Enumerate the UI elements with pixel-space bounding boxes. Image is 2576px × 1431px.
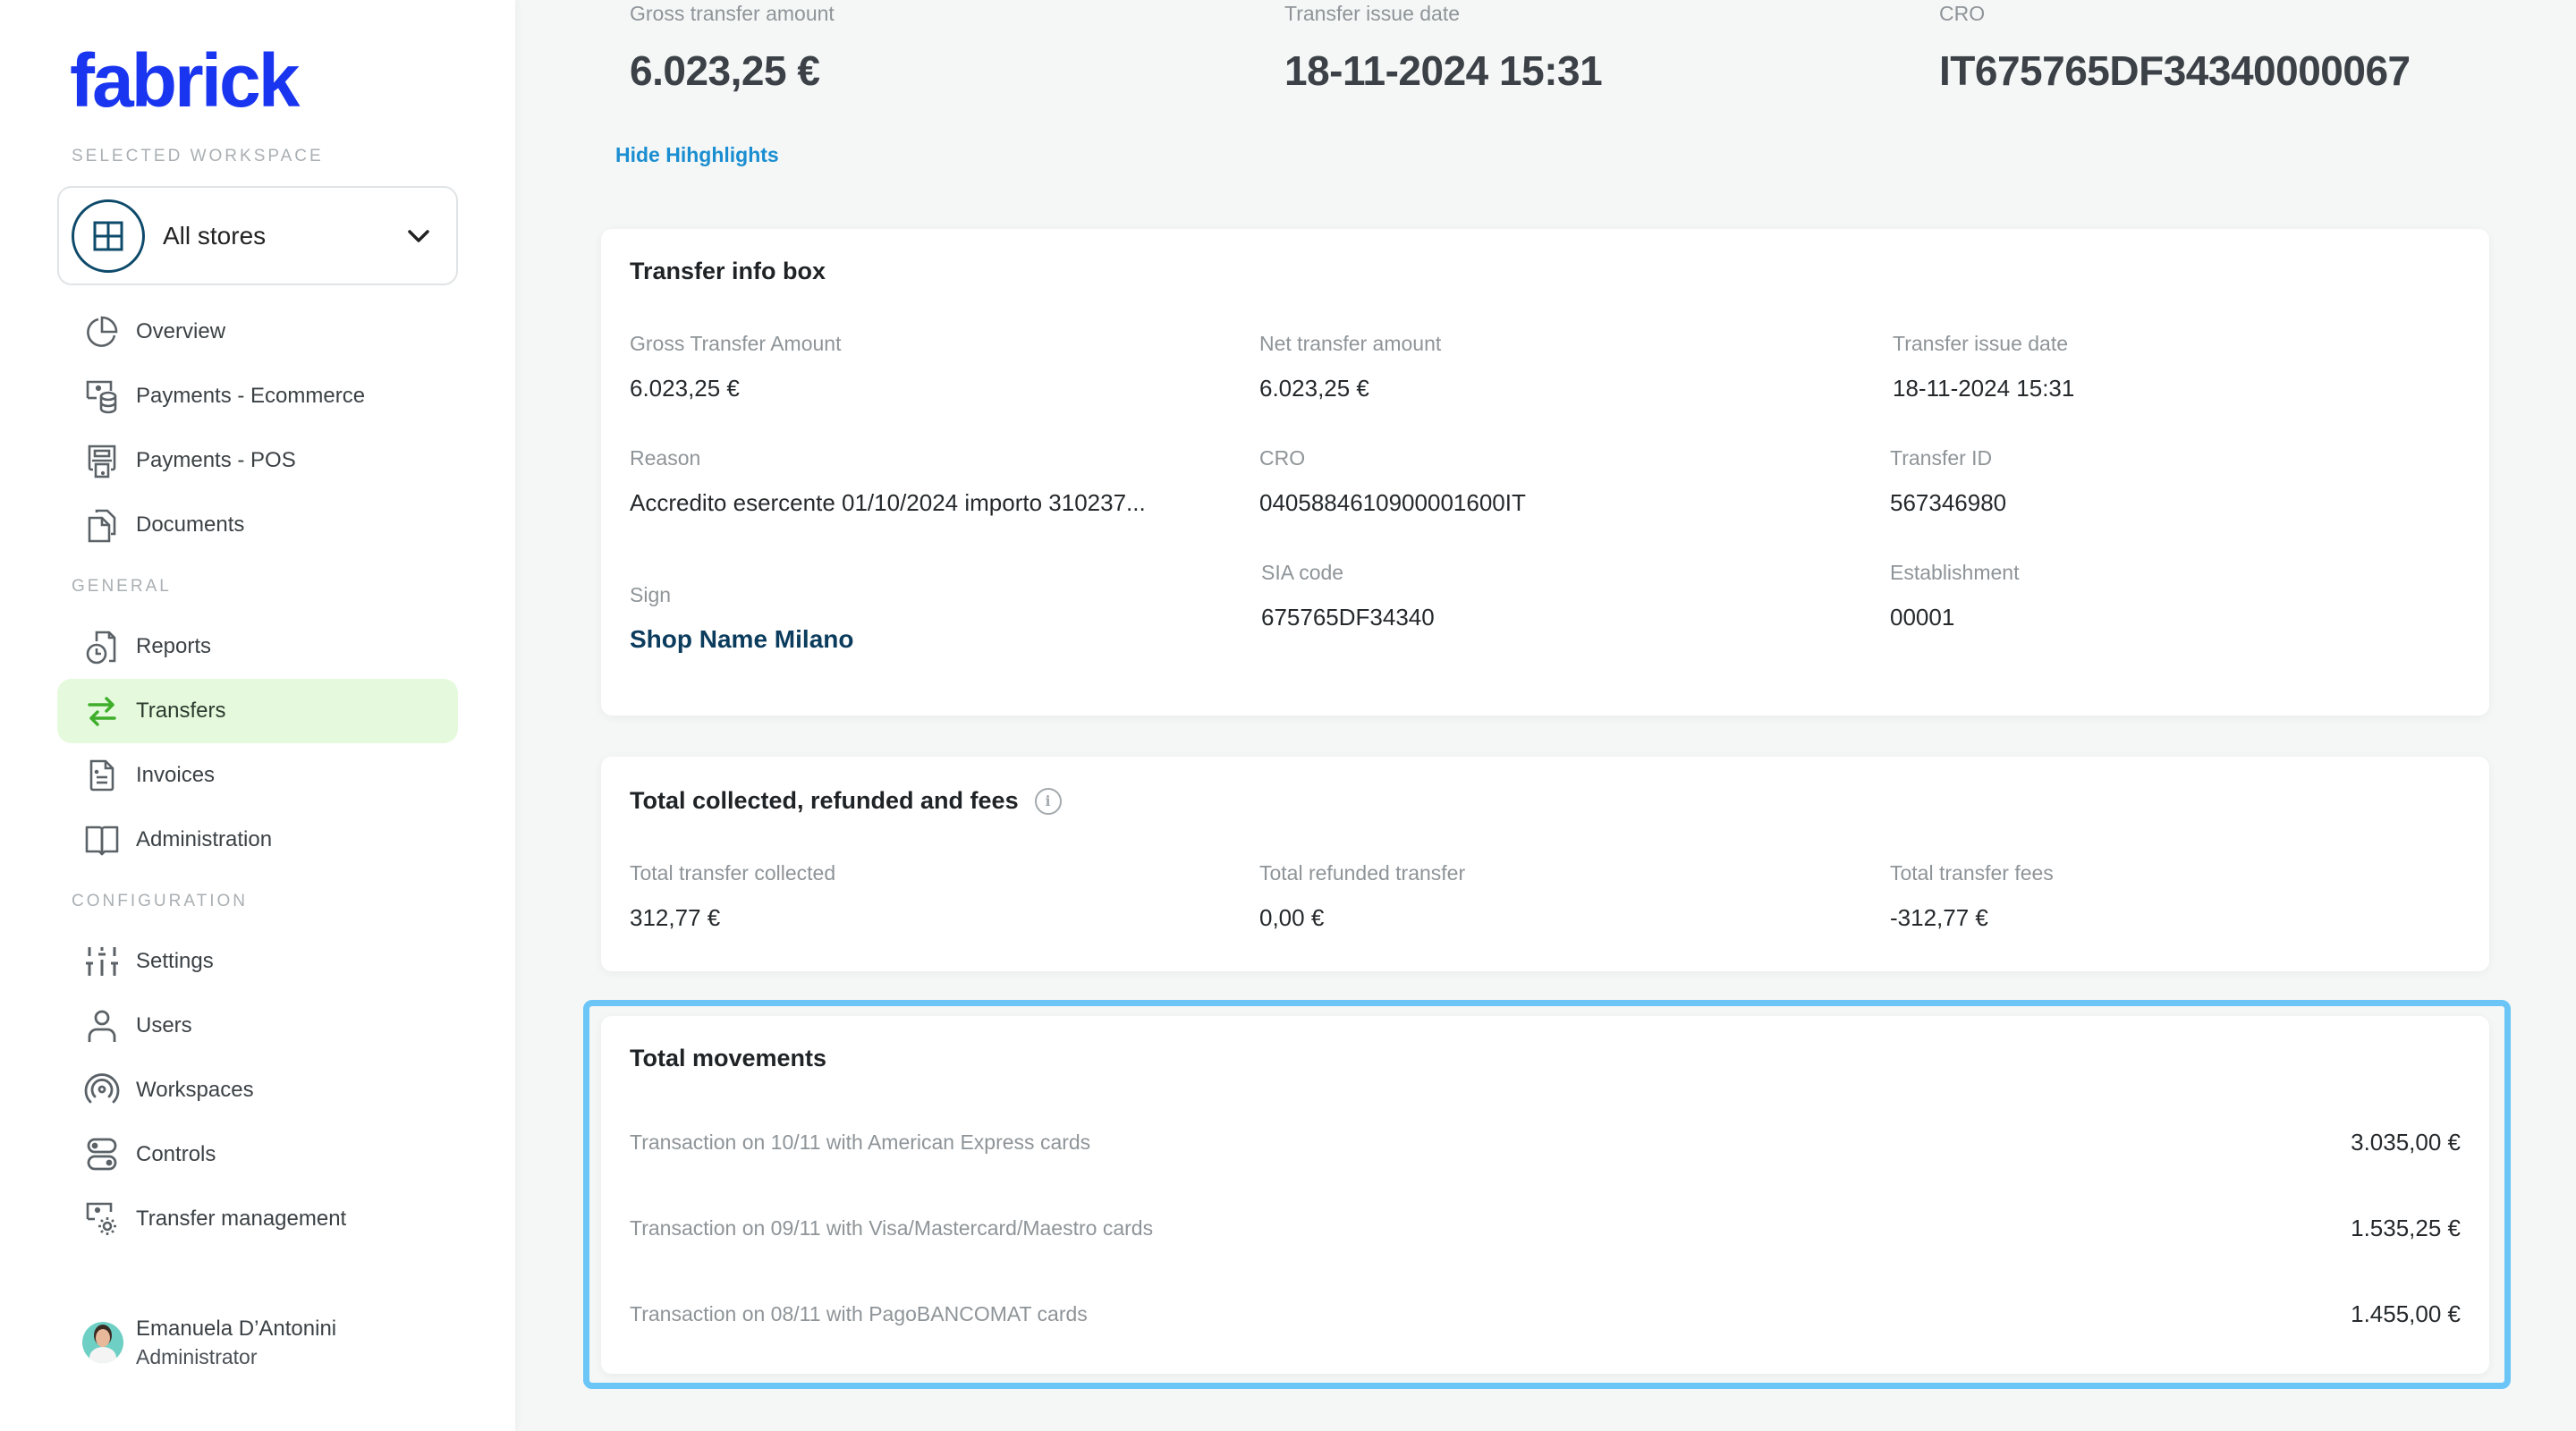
net-amount-label: Net transfer amount [1259,332,1442,355]
highlight-cro-label: CRO [1939,2,1986,25]
gross-amount-value: 6.023,25 € [630,375,740,402]
ecommerce-payments-icon [84,378,120,414]
sidebar-item-label: Transfers [136,699,226,723]
gross-amount-label: Gross Transfer Amount [630,332,842,355]
user-role: Administrator [136,1345,258,1368]
sidebar-item-transfer-management[interactable]: Transfer management [57,1187,458,1251]
user-icon [84,1008,120,1044]
sidebar-item-label: Payments - Ecommerce [136,384,366,408]
transfer-id-value: 567346980 [1890,489,2007,516]
movement-amount: 3.035,00 € [2351,1129,2461,1156]
sidebar-item-label: Reports [136,634,212,658]
invoice-icon [84,758,120,793]
establishment-value: 00001 [1890,604,1955,631]
movements-card: Total movements Transaction on 10/11 wit… [601,1016,2489,1374]
sidebar-item-label: Invoices [136,763,216,787]
pie-chart-icon [84,314,120,350]
sia-code-label: SIA code [1261,561,1344,584]
cro-value: 0405884610900001600IT [1259,489,1526,516]
movement-label: Transaction on 09/11 with Visa/Mastercar… [630,1216,1154,1240]
hide-highlights-link[interactable]: Hide Hihghlights [615,143,779,167]
sidebar-item-controls[interactable]: Controls [57,1122,458,1187]
sliders-icon [84,944,120,979]
sidebar-item-overview[interactable]: Overview [57,300,458,364]
movement-label: Transaction on 08/11 with PagoBANCOMAT c… [630,1302,1088,1325]
card-title: Total movements [630,1045,827,1071]
issue-date-label: Transfer issue date [1893,332,2069,355]
report-clock-icon [84,629,120,665]
workspace-name: All stores [163,221,267,250]
highlight-gross-label: Gross transfer amount [630,2,835,25]
issue-date-value: 18-11-2024 15:31 [1893,375,2075,402]
cro-label: CRO [1259,446,1306,470]
grid-icon [72,199,145,273]
sidebar-item-label: Payments - POS [136,448,296,472]
card-title: Total collected, refunded and fees i [630,787,1062,815]
establishment-label: Establishment [1890,561,2020,584]
user-name: Emanuela D’Antonini [136,1317,337,1341]
sign-label: Sign [630,583,672,606]
screen-gear-icon [84,1201,120,1237]
documents-icon [84,507,120,543]
book-icon [84,822,120,858]
sidebar-item-users[interactable]: Users [57,994,458,1058]
refunded-label: Total refunded transfer [1259,861,1466,885]
configuration-section-label: CONFIGURATION [72,892,248,910]
sidebar-item-reports[interactable]: Reports [57,614,458,679]
totals-title: Total collected, refunded and fees [630,787,1019,814]
general-section-label: GENERAL [72,577,172,596]
selected-workspace-label: SELECTED WORKSPACE [72,147,324,165]
sia-code-value: 675765DF34340 [1261,604,1435,631]
transfer-info-card: Transfer info box Gross Transfer Amount … [601,229,2489,716]
pos-terminal-icon [84,443,120,478]
reason-value: Accredito esercente 01/10/2024 importo 3… [630,489,1146,516]
transfer-id-label: Transfer ID [1890,446,1993,470]
reason-label: Reason [630,446,701,470]
sidebar-item-documents[interactable]: Documents [57,493,458,557]
totals-card: Total collected, refunded and fees i Tot… [601,757,2489,971]
toggles-icon [84,1137,120,1173]
refunded-value: 0,00 € [1259,904,1325,931]
sidebar-item-invoices[interactable]: Invoices [57,743,458,808]
fees-value: -312,77 € [1890,904,1988,931]
info-icon[interactable]: i [1034,787,1062,815]
collected-value: 312,77 € [630,904,721,931]
net-amount-value: 6.023,25 € [1259,375,1369,402]
highlight-cro-value: IT675765DF34340000067 [1939,47,2411,94]
sidebar-item-payments-ecommerce[interactable]: Payments - Ecommerce [57,364,458,428]
movement-amount: 1.455,00 € [2351,1300,2461,1327]
sidebar-item-label: Workspaces [136,1078,254,1102]
broadcast-icon [84,1072,120,1108]
sidebar-item-label: Settings [136,949,214,973]
highlight-date-value: 18-11-2024 15:31 [1284,47,1603,94]
transfer-arrows-icon [84,693,120,729]
sidebar: fabrick SELECTED WORKSPACE All stores Ov… [0,0,515,1431]
avatar [82,1322,123,1363]
user-profile[interactable]: Emanuela D’Antonini Administrator [82,1315,336,1370]
sidebar-item-administration[interactable]: Administration [57,808,458,872]
highlight-date-label: Transfer issue date [1284,2,1461,25]
fabrick-logo[interactable]: fabrick [70,43,300,118]
sidebar-item-label: Controls [136,1142,216,1166]
workspace-selector[interactable]: All stores [57,186,458,285]
movement-label: Transaction on 10/11 with American Expre… [630,1130,1091,1154]
card-title: Transfer info box [630,258,826,284]
sidebar-item-payments-pos[interactable]: Payments - POS [57,428,458,493]
sidebar-item-workspaces[interactable]: Workspaces [57,1058,458,1122]
movement-amount: 1.535,25 € [2351,1215,2461,1241]
fees-label: Total transfer fees [1890,861,2054,885]
sign-shop-link[interactable]: Shop Name Milano [630,625,853,654]
sidebar-item-label: Overview [136,319,226,343]
sidebar-item-label: Administration [136,827,273,851]
sidebar-item-label: Documents [136,512,245,537]
sidebar-item-transfers[interactable]: Transfers [57,679,458,743]
sidebar-item-label: Users [136,1013,192,1037]
collected-label: Total transfer collected [630,861,836,885]
chevron-down-icon [404,222,433,250]
highlight-gross-value: 6.023,25 € [630,47,820,94]
sidebar-item-label: Transfer management [136,1207,347,1231]
sidebar-item-settings[interactable]: Settings [57,929,458,994]
